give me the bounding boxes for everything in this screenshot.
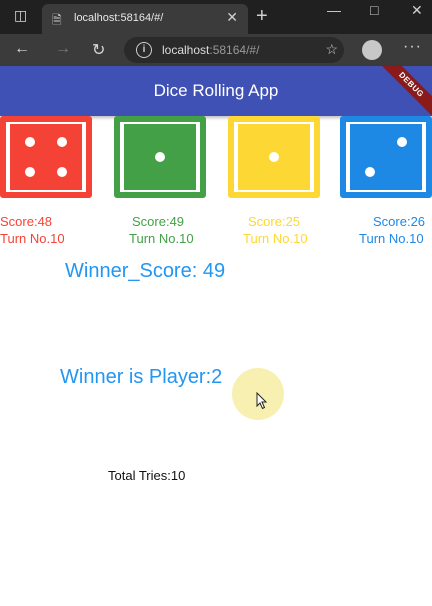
die-pip: [25, 137, 36, 148]
browser-tab[interactable]: 🗎 localhost:58164/#/ ✕: [42, 4, 248, 34]
player-1-die[interactable]: [0, 116, 92, 198]
winner-player: Winner is Player:2: [60, 366, 223, 388]
die-pip: [365, 166, 376, 177]
browser-tab-strip: ◫ 🗎 localhost:58164/#/ ✕ + — □ ✕: [0, 0, 432, 34]
player-3-turn: Turn No.10: [243, 231, 308, 246]
mouse-cursor-icon: [256, 392, 268, 410]
minimize-icon[interactable]: —: [327, 2, 341, 18]
more-icon[interactable]: ···: [403, 38, 422, 56]
player-4-score: Score:26: [373, 214, 426, 229]
favorite-icon[interactable]: ☆: [325, 41, 338, 58]
app-title: Dice Rolling App: [153, 81, 279, 100]
die-pip: [269, 152, 279, 162]
total-tries: Total Tries:10: [108, 468, 186, 483]
profile-icon[interactable]: [362, 40, 382, 60]
die-pip: [25, 166, 36, 177]
player-1-score: Score:48: [0, 214, 53, 229]
close-icon[interactable]: ✕: [226, 9, 238, 26]
die-face: [350, 124, 422, 190]
window-close-icon[interactable]: ✕: [411, 2, 423, 19]
back-icon[interactable]: ←: [14, 40, 30, 58]
winner-score: Winner_Score: 49: [65, 260, 226, 282]
player-4-turn: Turn No.10: [359, 231, 424, 246]
info-icon[interactable]: i: [136, 42, 152, 58]
tab-title: localhost:58164/#/: [74, 12, 164, 24]
address-bar[interactable]: i localhost:58164/#/ ☆: [124, 37, 344, 63]
die-pip: [396, 137, 407, 148]
forward-icon[interactable]: →: [55, 40, 71, 58]
app-bar: Dice Rolling App DEBUG: [0, 66, 432, 116]
die-face: [124, 124, 196, 190]
player-3-die[interactable]: [228, 116, 320, 198]
browser-toolbar: ← → ↻ i localhost:58164/#/ ☆ ···: [0, 34, 432, 66]
player-2-die[interactable]: [114, 116, 206, 198]
reload-icon[interactable]: ↻: [92, 40, 105, 60]
player-2-score: Score:49: [132, 214, 185, 229]
player-2-turn: Turn No.10: [129, 231, 194, 246]
url-host: localhost: [162, 43, 210, 57]
url-text: localhost:58164/#/: [162, 43, 259, 57]
die-face: [10, 124, 82, 190]
die-pip: [56, 137, 67, 148]
url-path: :58164/#/: [209, 43, 260, 57]
die-pip: [155, 152, 165, 162]
player-1-turn: Turn No.10: [0, 231, 65, 246]
new-tab-icon[interactable]: +: [256, 5, 268, 28]
die-face: [238, 124, 310, 190]
sidebar-icon[interactable]: ◫: [14, 7, 27, 24]
player-4-die[interactable]: [340, 116, 432, 198]
page-icon: 🗎: [52, 13, 62, 27]
maximize-icon[interactable]: □: [370, 2, 378, 18]
player-3-score: Score:25: [248, 214, 301, 229]
die-pip: [56, 166, 67, 177]
